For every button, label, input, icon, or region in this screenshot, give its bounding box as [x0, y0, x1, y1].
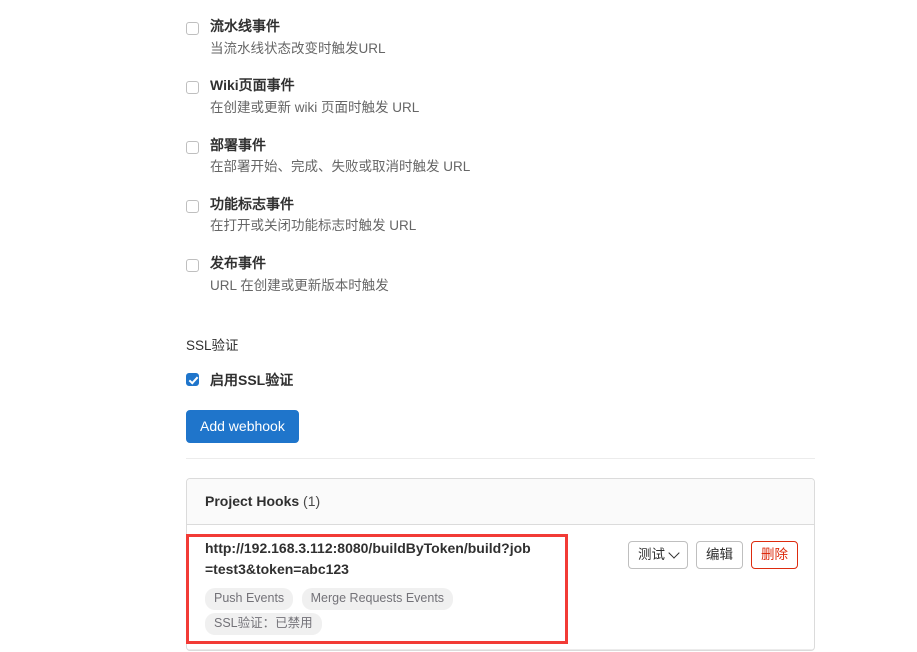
checkbox-wiki-page-events[interactable]	[186, 81, 199, 95]
hook-badge-ssl-verification: SSL验证：已禁用	[205, 613, 322, 635]
checkbox-release-events[interactable]	[186, 259, 199, 273]
hook-url[interactable]: http://192.168.3.112:8080/buildByToken/b…	[205, 538, 535, 580]
delete-hook-button[interactable]: 删除	[751, 541, 798, 569]
ssl-enable-label: 启用SSL验证	[210, 372, 294, 388]
hook-list-item: http://192.168.3.112:8080/buildByToken/b…	[187, 525, 814, 650]
project-hooks-card: Project Hooks (1) http://192.168.3.112:8…	[186, 478, 815, 651]
trigger-row-deployment-events[interactable]: 部署事件 在部署开始、完成、失败或取消时触发 URL	[186, 136, 806, 175]
add-webhook-button[interactable]: Add webhook	[186, 410, 299, 443]
checkbox-deployment-events[interactable]	[186, 140, 199, 154]
edit-hook-button[interactable]: 编辑	[696, 541, 743, 569]
trigger-row-release-events[interactable]: 发布事件 URL 在创建或更新版本时触发	[186, 255, 806, 293]
project-hooks-card-header: Project Hooks (1)	[187, 479, 814, 525]
project-hooks-title: Project Hooks	[205, 493, 300, 509]
ssl-verification-section: SSL验证 启用SSL验证 Add webhook	[186, 334, 806, 443]
trigger-label: 部署事件	[210, 136, 266, 153]
hook-details: http://192.168.3.112:8080/buildByToken/b…	[205, 538, 535, 635]
trigger-events-list: 作业事件 作业状态改变时触发URL 流水线事件 当流水线状态改变时触发URL W…	[186, 0, 806, 315]
checkbox-enable-ssl-verification[interactable]	[186, 373, 199, 386]
trigger-text-group: Wiki页面事件 在创建或更新 wiki 页面时触发 URL	[210, 78, 419, 115]
hook-action-buttons: 测试 编辑 删除	[628, 538, 798, 569]
checkbox-feature-flag-events[interactable]	[186, 199, 199, 213]
trigger-row-feature-flag-events[interactable]: 功能标志事件 在打开或关闭功能标志时触发 URL	[186, 195, 806, 234]
trigger-label: 功能标志事件	[210, 195, 294, 212]
trigger-label: Wiki页面事件	[210, 77, 295, 94]
trigger-description: 在创建或更新 wiki 页面时触发 URL	[210, 99, 420, 115]
hook-badge-group: Push Events Merge Requests Events SSL验证：…	[205, 585, 535, 635]
trigger-text-group: 发布事件 URL 在创建或更新版本时触发	[210, 255, 389, 293]
trigger-label: 流水线事件	[210, 18, 280, 35]
hook-badge-push-events: Push Events	[205, 588, 294, 610]
trigger-text-group: 部署事件 在部署开始、完成、失败或取消时触发 URL	[210, 136, 471, 175]
ssl-section-legend: SSL验证	[186, 338, 239, 353]
trigger-text-group: 流水线事件 当流水线状态改变时触发URL	[210, 18, 386, 56]
checkbox-pipeline-events[interactable]	[186, 22, 199, 36]
section-divider	[186, 458, 815, 459]
hook-badge-merge-requests-events: Merge Requests Events	[301, 588, 454, 610]
project-hooks-count: (1)	[303, 493, 321, 509]
trigger-label: 发布事件	[210, 255, 266, 272]
trigger-description: 在打开或关闭功能标志时触发 URL	[210, 218, 417, 234]
ssl-enable-row[interactable]: 启用SSL验证	[186, 370, 806, 390]
trigger-description: 在部署开始、完成、失败或取消时触发 URL	[210, 159, 471, 175]
trigger-row-pipeline-events[interactable]: 流水线事件 当流水线状态改变时触发URL	[186, 18, 806, 56]
trigger-description: URL 在创建或更新版本时触发	[210, 277, 389, 293]
test-hook-label: 测试	[638, 547, 665, 562]
trigger-text-group: 功能标志事件 在打开或关闭功能标志时触发 URL	[210, 195, 417, 234]
trigger-description: 当流水线状态改变时触发URL	[210, 40, 386, 56]
test-hook-dropdown-button[interactable]: 测试	[628, 541, 688, 569]
chevron-down-icon	[668, 546, 680, 559]
trigger-row-wiki-page-events[interactable]: Wiki页面事件 在创建或更新 wiki 页面时触发 URL	[186, 78, 806, 115]
webhook-settings-page: 作业事件 作业状态改变时触发URL 流水线事件 当流水线状态改变时触发URL W…	[0, 0, 917, 652]
